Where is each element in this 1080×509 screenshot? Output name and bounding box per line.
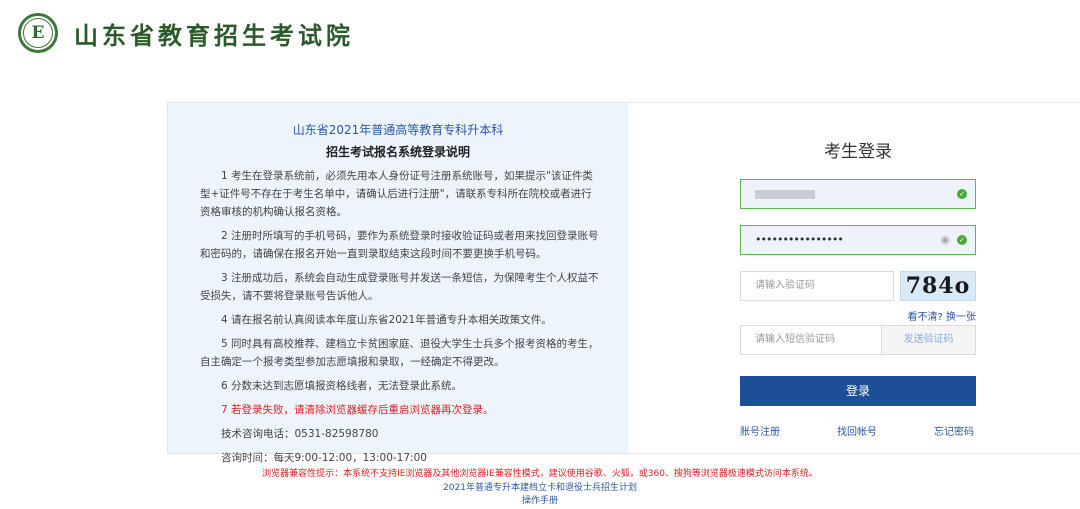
- notice-item-3: 3 注册成功后，系统会自动生成登录账号并发送一条短信，为保障考生个人权益不受损失…: [200, 272, 599, 302]
- login-panel: 考生登录 ✓ •••••••••••••••• ◉ ✓ 请输入验证码 784o …: [628, 103, 1080, 453]
- captcha-placeholder: 请输入验证码: [755, 280, 815, 291]
- captcha-image[interactable]: 784o: [900, 271, 976, 301]
- site-title: 山东省教育招生考试院: [74, 20, 354, 50]
- send-sms-button[interactable]: 发送验证码: [882, 325, 976, 355]
- support-phone: 技术咨询电话：0531-82598780: [221, 428, 379, 440]
- forgot-password-link[interactable]: 忘记密码: [934, 423, 974, 438]
- user-manual-link[interactable]: 操作手册: [0, 493, 1080, 506]
- logo-letter: E: [23, 18, 53, 48]
- find-account-link[interactable]: 找回帐号: [837, 423, 877, 438]
- password-value: ••••••••••••••••: [755, 233, 844, 246]
- notice-title: 山东省2021年普通高等教育专科升本科: [292, 123, 504, 137]
- notice-item-4: 4 请在报名前认真阅读本年度山东省2021年普通专升本相关政策文件。: [221, 314, 552, 326]
- login-card: 山东省2021年普通高等教育专科升本科 招生考试报名系统登录说明 1 考生在登录…: [167, 102, 1080, 464]
- institution-logo: E: [18, 13, 58, 53]
- enrollment-plan-link[interactable]: 2021年普通专升本建档立卡和退役士兵招生计划: [0, 480, 1080, 493]
- notice-item-1: 1 考生在登录系统前，必须先用本人身份证号注册系统账号，如果提示"该证件类型+证…: [200, 170, 593, 218]
- sms-code-input[interactable]: 请输入短信验证码: [740, 325, 882, 355]
- valid-check-icon: ✓: [957, 235, 967, 245]
- captcha-input[interactable]: 请输入验证码: [740, 271, 894, 301]
- site-header: E 山东省教育招生考试院: [18, 10, 354, 56]
- notice-body: 1 考生在登录系统前，必须先用本人身份证号注册系统账号，如果提示"该证件类型+证…: [200, 167, 600, 473]
- password-field[interactable]: •••••••••••••••• ◉ ✓: [740, 225, 976, 255]
- notice-panel: 山东省2021年普通高等教育专科升本科 招生考试报名系统登录说明 1 考生在登录…: [168, 103, 628, 464]
- login-title: 考生登录: [824, 142, 892, 162]
- sms-placeholder: 请输入短信验证码: [755, 334, 835, 345]
- support-hours: 咨询时间：每天9:00-12:00，13:00-17:00: [221, 452, 427, 464]
- register-link[interactable]: 账号注册: [740, 423, 780, 438]
- username-field[interactable]: ✓: [740, 179, 976, 209]
- notice-subtitle: 招生考试报名系统登录说明: [325, 145, 470, 159]
- eye-icon[interactable]: ◉: [940, 233, 950, 247]
- notice-item-7-warning: 7 若登录失败，请清除浏览器缓存后重启浏览器再次登录。: [221, 404, 494, 416]
- masked-username: [755, 190, 815, 199]
- refresh-captcha-link[interactable]: 看不清? 换一张: [900, 308, 977, 323]
- notice-item-6: 6 分数未达到志愿填报资格线者，无法登录此系统。: [221, 380, 463, 392]
- notice-item-5: 5 同时具有高校推荐、建档立卡贫困家庭、退役大学生士兵多个报考资格的考生，自主确…: [200, 338, 599, 368]
- login-button[interactable]: 登录: [740, 376, 976, 406]
- browser-compat-notice: 浏览器兼容性提示：本系统不支持IE浏览器及其他浏览器IE兼容性模式，建议使用谷歌…: [262, 469, 818, 479]
- notice-item-2: 2 注册时所填写的手机号码，要作为系统登录时接收验证码或者用来找回登录账号和密码…: [200, 230, 599, 260]
- valid-check-icon: ✓: [957, 189, 967, 199]
